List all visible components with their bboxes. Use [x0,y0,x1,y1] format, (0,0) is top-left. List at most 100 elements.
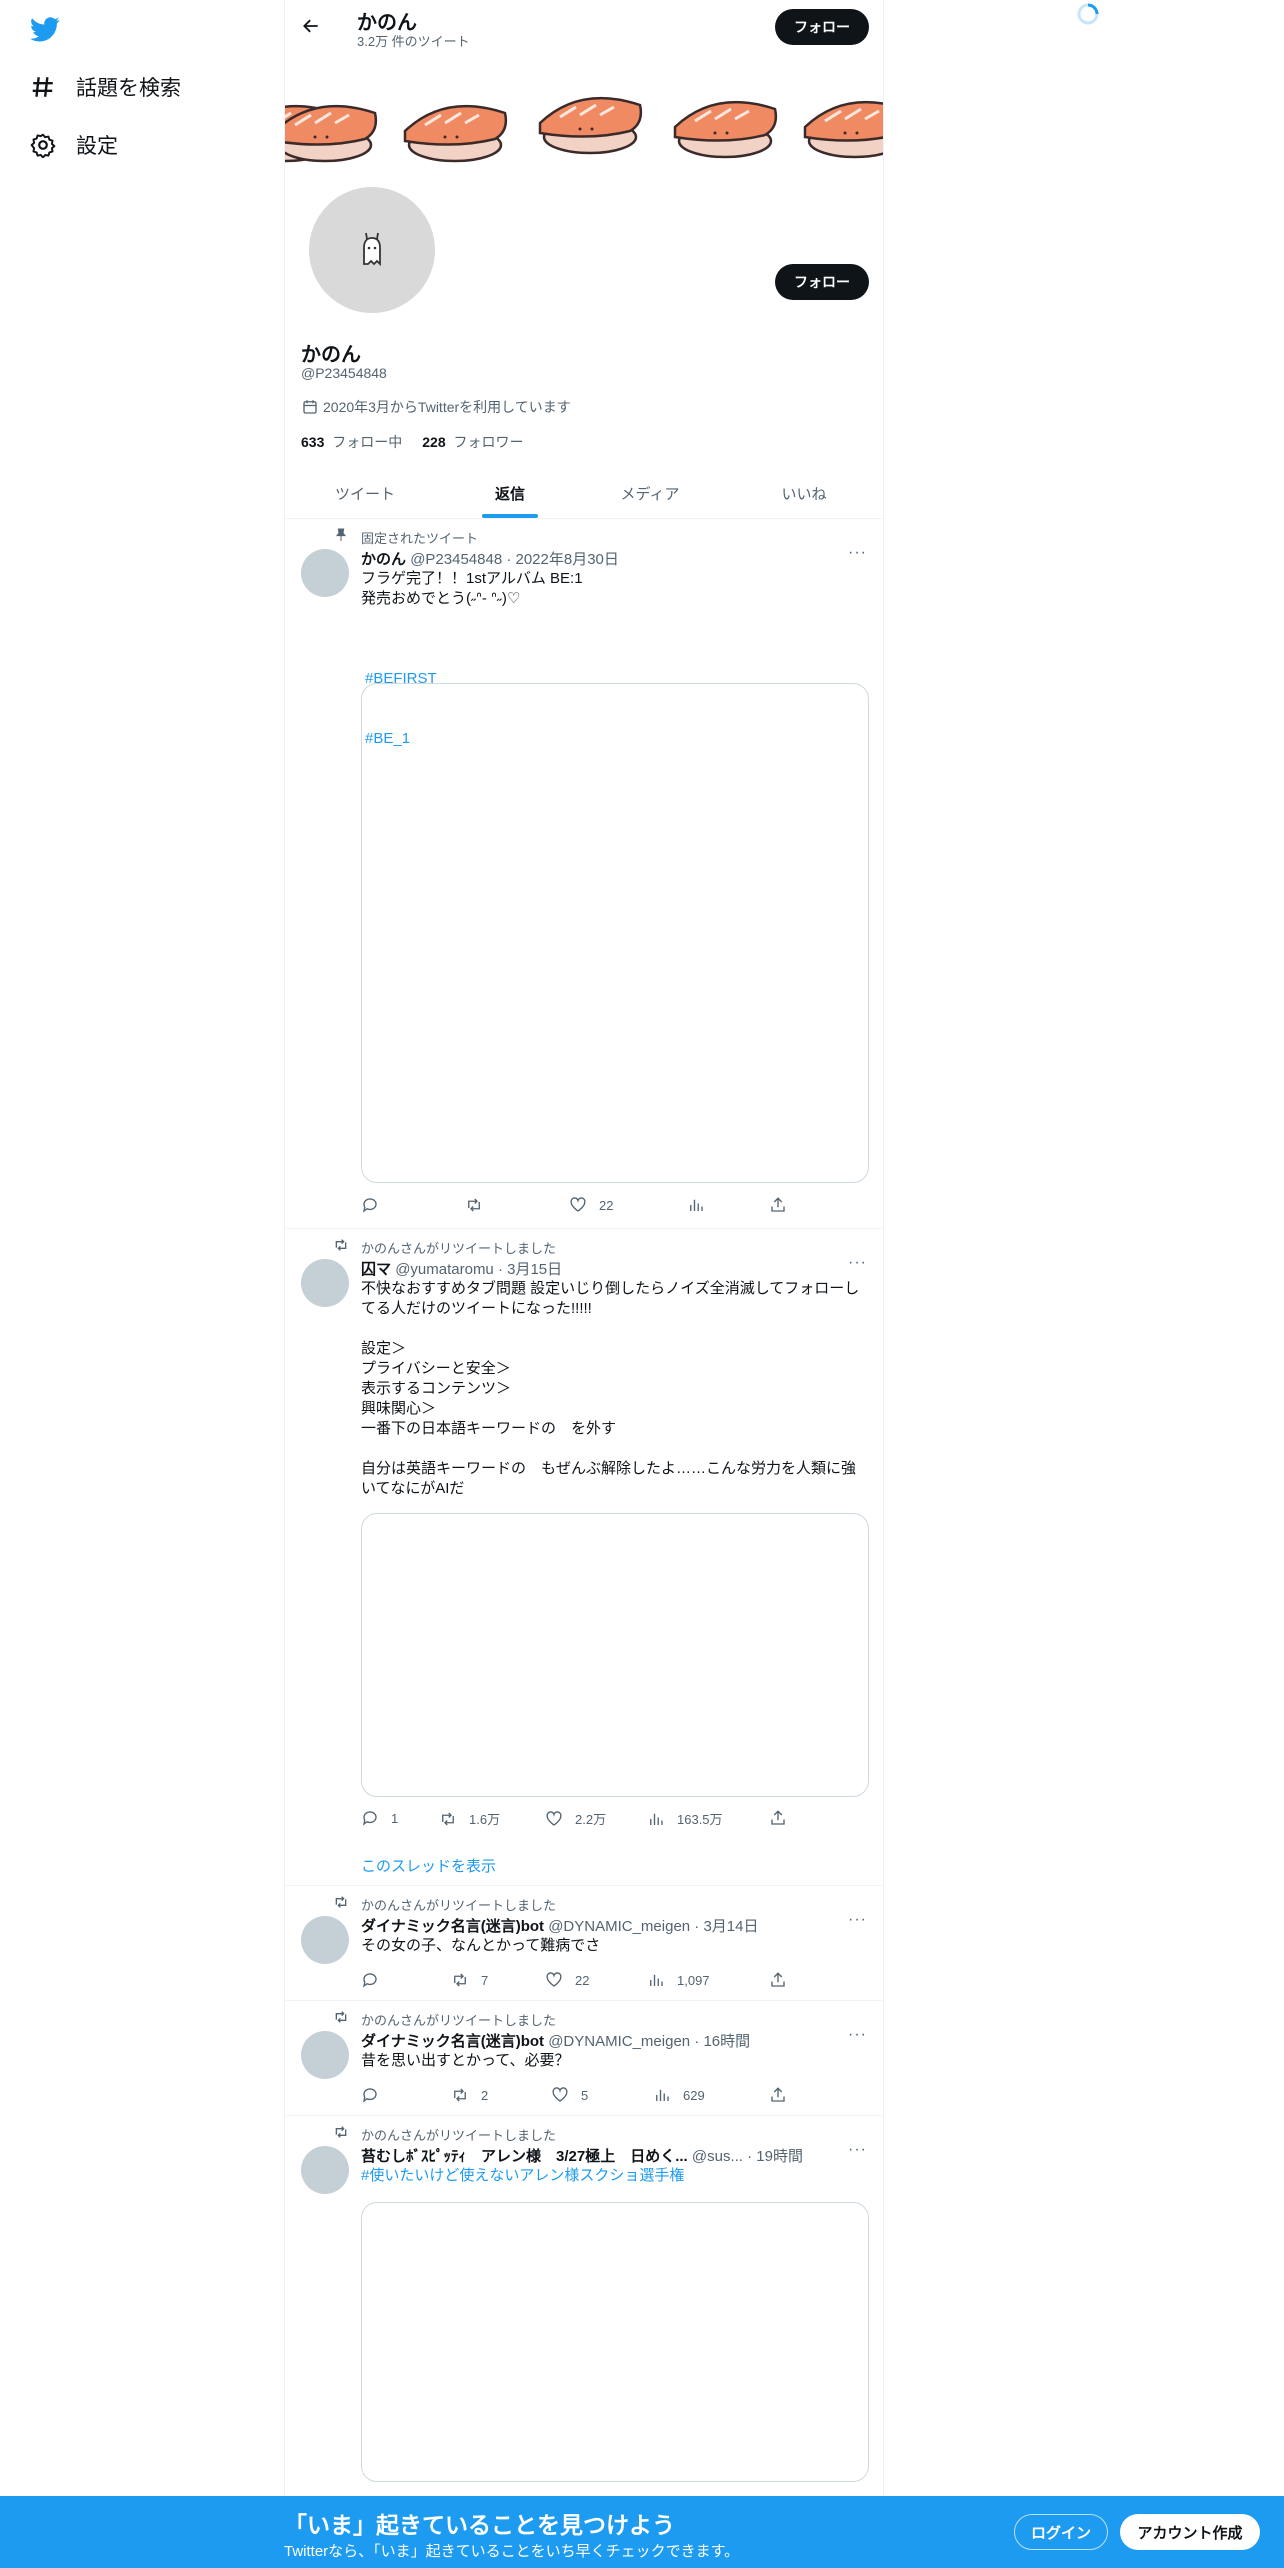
share-icon [771,1810,785,1825]
tab-tweets[interactable]: ツイート [285,468,445,518]
views-chart-icon [650,1974,663,1986]
tab-replies[interactable]: 返信 [445,468,575,518]
followers-label: フォロワー [453,434,524,450]
retweet-button[interactable]: 2 [451,2086,488,2104]
tab-media-label: メディア [620,485,680,503]
tweet-author-name[interactable]: 苔むしﾎﾞｽﾋﾟｯﾃｨ アレン様 3/27極上 日めく... [361,2148,688,2165]
reply-count: 1 [391,1810,399,1826]
left-navigation: 話題を検索 設定 [0,0,284,2568]
views-chart-icon [656,2089,669,2101]
following-link[interactable]: 633 フォロー中 [301,432,402,452]
tweet-header: ダイナミック名言(迷言)bot @DYNAMIC_meigen · 3月14日 [361,1915,758,1936]
retweet-icon [468,1198,480,1212]
tab-likes[interactable]: いいね [725,468,883,518]
tweet-retweeted[interactable]: かのんさんがリツイートしました 苔むしﾎﾞｽﾋﾟｯﾃｨ アレン様 3/27極上 … [285,2116,883,2496]
tweet-header: ダイナミック名言(迷言)bot @DYNAMIC_meigen · 16時間 [361,2030,750,2051]
tweet-context: かのんさんがリツイートしました [361,2128,557,2143]
tweet-retweeted[interactable]: かのんさんがリツイートしました ダイナミック名言(迷言)bot @DYNAMIC… [285,1886,883,2001]
tweet-retweeted[interactable]: かのんさんがリツイートしました ダイナミック名言(迷言)bot @DYNAMIC… [285,2001,883,2116]
like-count: 5 [581,2087,589,2103]
like-button[interactable]: 22 [569,1196,613,1214]
following-label: フォロー中 [332,434,403,450]
views-count: 629 [683,2087,705,2103]
tweet-author-name[interactable]: かのん [361,551,406,568]
tweet-pinned[interactable]: 固定されたツイート かのん @P23454848 · 2022年8月30日 ··… [285,519,883,1229]
tweet-author-name[interactable]: ダイナミック名言(迷言)bot [361,1918,544,1935]
like-count: 22 [599,1197,614,1213]
header-follow-button[interactable]: フォロー [775,9,869,45]
retweet-context-icon [335,2126,347,2138]
tweet-avatar[interactable] [301,549,349,597]
login-button[interactable]: ログイン [1014,2514,1108,2550]
like-button[interactable]: 2.2万 [545,1809,606,1828]
reply-icon [362,1198,377,1213]
show-thread-link[interactable]: このスレッドを表示 [361,1855,496,1876]
tweet-author-name[interactable]: 囚マ [361,1261,391,1278]
tab-media[interactable]: メディア [575,468,725,518]
nav-explore-label: 話題を検索 [76,77,181,100]
profile-avatar[interactable] [305,183,439,317]
tweet-media[interactable] [361,2202,869,2482]
tweet-header: 苔むしﾎﾞｽﾋﾟｯﾃｨ アレン様 3/27極上 日めく... @sus... ·… [361,2145,831,2166]
tweet-retweeted[interactable]: かのんさんがリツイートしました 囚マ @yumataromu · 3月15日 ·… [285,1229,883,1886]
followers-link[interactable]: 228 フォロワー [422,432,523,452]
tweet-actions: 22 [361,1196,785,1216]
more-options-icon[interactable]: ··· [848,2026,867,2044]
tweet-avatar[interactable] [301,1259,349,1307]
share-button[interactable] [769,1971,799,1989]
like-button[interactable]: 22 [545,1971,589,1989]
top-header: かのん 3.2万 件のツイート フォロー [285,0,883,53]
views-button[interactable]: 163.5万 [647,1809,723,1828]
like-count: 2.2万 [575,1812,607,1827]
signup-button[interactable]: アカウント作成 [1120,2514,1260,2550]
tweet-actions: 2 5 629 [361,2086,785,2106]
reply-button[interactable] [361,1971,391,1989]
reply-button[interactable] [361,2086,391,2104]
share-button[interactable] [769,2086,799,2104]
views-button[interactable]: 629 [653,2086,705,2104]
reply-button[interactable] [361,1196,391,1214]
profile-follow-button[interactable]: フォロー [775,264,869,300]
share-button[interactable] [769,1809,799,1827]
hashtag-link[interactable]: #使いたいけど使えないアレン様スクショ選手権 [361,2166,869,2186]
retweet-button[interactable]: 1.6万 [439,1809,500,1828]
like-count: 22 [575,1972,590,1988]
nav-settings[interactable]: 設定 [30,125,118,165]
tweet-media[interactable] [361,683,869,1183]
share-icon [771,1197,785,1212]
loading-spinner-icon [1076,2,1100,26]
pin-icon [336,528,346,541]
more-options-icon[interactable]: ··· [848,1254,867,1272]
bottom-bar-subtext: Twitterなら、「いま」起きていることをいち早くチェックできます。 [284,2543,740,2560]
reply-button[interactable]: 1 [361,1809,398,1827]
share-button[interactable] [769,1196,799,1214]
nav-explore[interactable]: 話題を検索 [30,67,181,107]
tweet-media[interactable] [361,1513,869,1797]
tweet-avatar[interactable] [301,2031,349,2079]
nav-settings-label: 設定 [76,135,118,158]
tweet-avatar[interactable] [301,1916,349,1964]
tweet-meta: @DYNAMIC_meigen · 3月14日 [548,1918,759,1935]
more-options-icon[interactable]: ··· [848,1911,867,1929]
tab-likes-label: いいね [781,485,827,503]
retweet-button[interactable]: 7 [451,1971,488,1989]
gear-icon [30,133,56,158]
more-options-icon[interactable]: ··· [848,544,867,562]
calendar-icon [303,400,317,414]
views-button[interactable] [687,1196,717,1214]
like-button[interactable]: 5 [551,2086,588,2104]
reply-icon [362,1811,377,1826]
profile-banner [285,53,883,173]
twitter-logo[interactable] [30,14,62,42]
views-button[interactable]: 1,097 [647,1971,710,1989]
tweet-meta: @sus... · 19時間 [691,2148,803,2165]
header-tweet-count: 3.2万 件のツイート [357,34,470,49]
tweet-avatar[interactable] [301,2146,349,2194]
reply-icon [362,2088,377,2103]
back-button[interactable] [297,12,325,40]
retweet-context-icon [335,1239,347,1251]
tweet-author-name[interactable]: ダイナミック名言(迷言)bot [361,2033,544,2050]
tweet-header: かのん @P23454848 · 2022年8月30日 [361,548,619,569]
more-options-icon[interactable]: ··· [848,2141,867,2159]
retweet-button[interactable] [465,1196,495,1214]
